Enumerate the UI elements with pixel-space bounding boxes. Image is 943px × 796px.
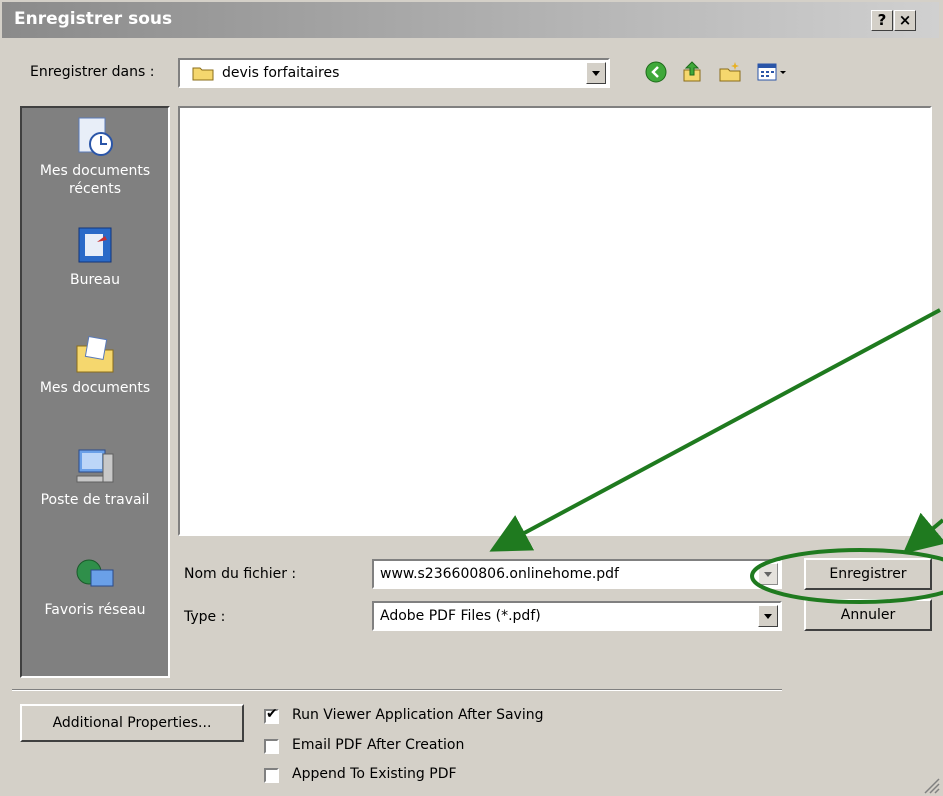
save-as-dialog: Enregistrer sous ? × Enregistrer dans : … [0,0,943,796]
place-my-documents[interactable]: Mes documents [22,332,168,396]
cancel-button[interactable]: Annuler [804,599,932,631]
chevron-down-icon[interactable] [758,605,778,627]
chevron-down-icon[interactable] [758,563,778,585]
resize-grip-icon[interactable] [922,776,940,794]
additional-properties-button[interactable]: Additional Properties... [20,704,244,742]
filetype-dropdown[interactable]: Adobe PDF Files (*.pdf) [372,601,782,631]
filename-input[interactable]: www.s236600806.onlinehome.pdf [372,559,782,589]
place-desktop[interactable]: Bureau [22,224,168,288]
back-icon[interactable] [644,60,668,84]
window-title: Enregistrer sous [14,9,173,29]
title-bar: Enregistrer sous ? × [2,2,939,38]
place-label: Mes documents récents [39,163,151,197]
save-in-value: devis forfaitaires [222,65,340,81]
help-button[interactable]: ? [871,10,893,31]
place-recent-documents[interactable]: Mes documents récents [22,114,168,198]
place-network[interactable]: Favoris réseau [22,554,168,618]
up-folder-icon[interactable] [680,60,704,84]
filetype-value: Adobe PDF Files (*.pdf) [380,608,541,624]
email-pdf-label: Email PDF After Creation [292,737,465,753]
run-viewer-label: Run Viewer Application After Saving [292,707,544,723]
place-label: Mes documents [39,380,151,396]
new-folder-icon[interactable] [718,60,742,84]
run-viewer-checkbox[interactable]: ✔ [264,706,279,724]
folder-icon [192,67,214,81]
my-computer-icon [76,449,114,483]
append-pdf-checkbox[interactable] [264,768,279,783]
append-pdf-label: Append To Existing PDF [292,766,457,782]
my-documents-icon [76,336,114,373]
close-button[interactable]: × [894,10,916,31]
filename-label: Nom du fichier : [184,566,297,582]
save-in-label: Enregistrer dans : [30,64,155,80]
email-pdf-checkbox[interactable] [264,739,279,754]
filename-value: www.s236600806.onlinehome.pdf [380,566,619,582]
network-places-icon [76,559,114,592]
save-in-dropdown[interactable]: devis forfaitaires [178,58,610,88]
file-list[interactable] [178,106,932,536]
place-label: Favoris réseau [44,602,146,618]
desktop-icon [78,227,112,263]
place-label: Bureau [70,272,120,288]
divider [12,689,782,691]
place-label: Poste de travail [40,492,150,508]
chevron-down-icon[interactable] [586,62,606,84]
place-my-computer[interactable]: Poste de travail [22,444,168,508]
save-button[interactable]: Enregistrer [804,558,932,590]
checkmark-icon: ✔ [266,706,278,722]
view-menu-icon[interactable] [756,60,790,84]
filetype-label: Type : [184,609,226,625]
recent-documents-icon [78,117,113,156]
places-bar: Mes documents récents Bureau Mes documen… [20,106,170,678]
